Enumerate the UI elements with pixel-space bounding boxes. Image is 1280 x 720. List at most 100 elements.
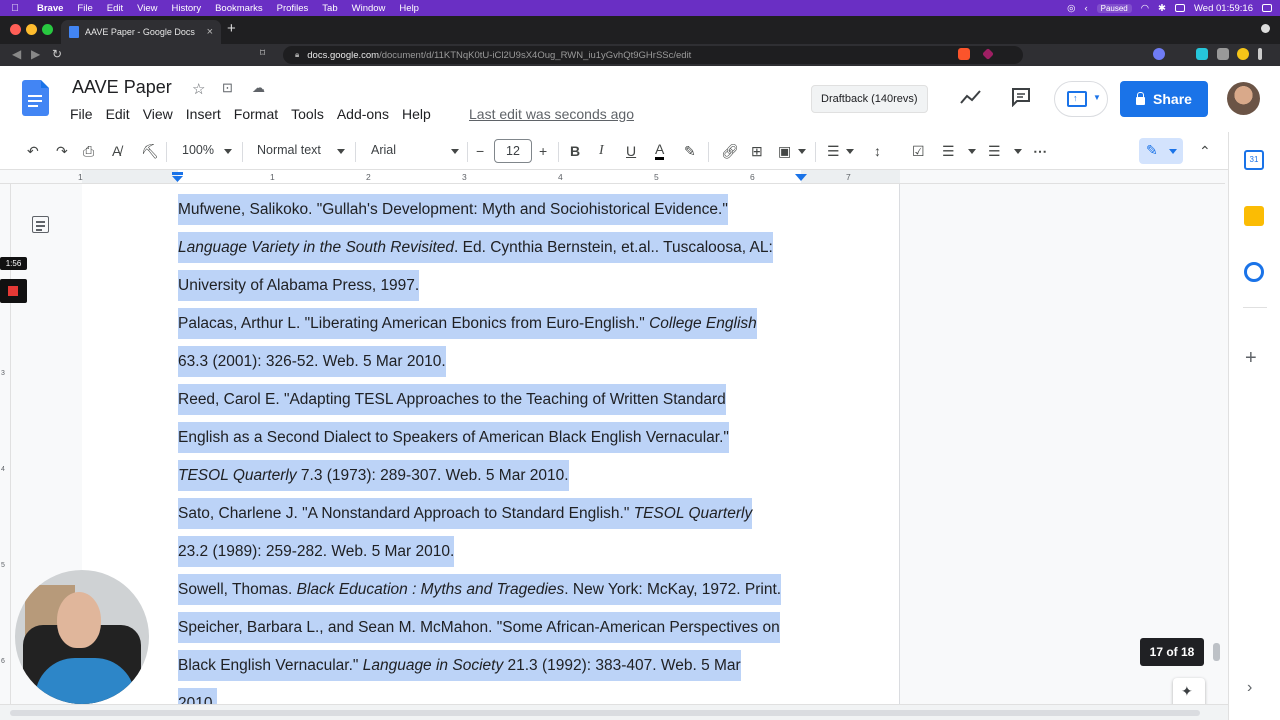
chevron-left-icon[interactable]: ‹: [1084, 3, 1087, 14]
draftback-button[interactable]: Draftback (140revs): [811, 85, 928, 113]
left-indent-marker-icon[interactable]: [171, 172, 185, 182]
highlight-color-icon[interactable]: ✎: [684, 142, 696, 160]
underline-icon[interactable]: U: [626, 142, 636, 160]
horizontal-scrollbar[interactable]: [0, 704, 1228, 720]
add-comment-icon[interactable]: ⊞: [751, 142, 763, 160]
checklist-icon[interactable]: ☑: [912, 142, 925, 160]
decrease-font-size-icon[interactable]: −: [476, 142, 484, 160]
clock[interactable]: Wed 01:59:16: [1194, 3, 1253, 14]
star-icon[interactable]: ☆: [192, 80, 205, 98]
document-line[interactable]: 2010.: [178, 688, 217, 704]
vertical-scrollbar-thumb[interactable]: [1213, 643, 1220, 661]
app-menu[interactable]: Brave: [30, 3, 70, 14]
document-line[interactable]: Mufwene, Salikoko. "Gullah's Development…: [178, 194, 728, 225]
control-center-icon[interactable]: [1262, 4, 1272, 12]
status-icon[interactable]: ◎: [1067, 3, 1075, 14]
document-line[interactable]: Black English Vernacular." Language in S…: [178, 650, 741, 681]
print-icon[interactable]: ⎙: [83, 142, 94, 160]
redo-icon[interactable]: ↷: [56, 142, 68, 160]
text-color-icon[interactable]: A: [655, 142, 665, 160]
tasks-icon[interactable]: [1244, 262, 1264, 282]
document-line[interactable]: Palacas, Arthur L. "Liberating American …: [178, 308, 757, 339]
battery-icon[interactable]: [1175, 4, 1186, 12]
apple-icon[interactable]: : [0, 3, 30, 14]
forward-icon[interactable]: ▶: [31, 47, 40, 61]
share-button[interactable]: Share: [1120, 81, 1208, 117]
document-line[interactable]: 23.2 (1989): 259-282. Web. 5 Mar 2010.: [178, 536, 455, 567]
document-line[interactable]: Speicher, Barbara L., and Sean M. McMaho…: [178, 612, 780, 643]
menu-tools[interactable]: Tools: [291, 106, 324, 122]
menu-add-ons[interactable]: Add-ons: [337, 106, 389, 122]
mac-menu-item[interactable]: Help: [392, 3, 426, 14]
spellcheck-icon[interactable]: A̸: [112, 142, 121, 160]
keep-icon[interactable]: [1244, 206, 1264, 226]
bulleted-list-icon[interactable]: ☰: [942, 142, 955, 160]
more-menu-icon[interactable]: [1258, 48, 1262, 60]
extension-icon[interactable]: [1196, 48, 1208, 60]
zoom-window-icon[interactable]: [42, 24, 53, 35]
paint-format-icon[interactable]: ⛏: [141, 142, 159, 160]
menu-edit[interactable]: Edit: [106, 106, 130, 122]
line-spacing-icon[interactable]: ↕: [874, 142, 881, 160]
document-outline-icon[interactable]: [32, 216, 49, 233]
avatar[interactable]: [1227, 82, 1260, 115]
mac-menu-item[interactable]: Window: [345, 3, 393, 14]
menu-file[interactable]: File: [70, 106, 93, 122]
document-line[interactable]: Sato, Charlene J. "A Nonstandard Approac…: [178, 498, 753, 529]
mac-menu-item[interactable]: History: [165, 3, 209, 14]
close-window-icon[interactable]: [10, 24, 21, 35]
mac-menu-item[interactable]: Edit: [100, 3, 130, 14]
document-line[interactable]: Sowell, Thomas. Black Education : Myths …: [178, 574, 782, 605]
bookmark-icon[interactable]: ⌑: [260, 48, 265, 59]
wifi-icon[interactable]: ◠: [1141, 3, 1149, 14]
italic-icon[interactable]: I: [599, 142, 604, 160]
undo-icon[interactable]: ↶: [27, 142, 39, 160]
more-options-icon[interactable]: ⋯: [1033, 142, 1047, 160]
activity-dashboard-icon[interactable]: [960, 88, 982, 106]
mac-menu-item[interactable]: Profiles: [270, 3, 316, 14]
document-line[interactable]: English as a Second Dialect to Speakers …: [178, 422, 729, 453]
calendar-icon[interactable]: 31: [1244, 150, 1264, 170]
right-indent-marker-icon[interactable]: [794, 174, 808, 182]
bluetooth-icon[interactable]: ✱: [1158, 3, 1166, 14]
mac-menu-item[interactable]: Tab: [315, 3, 344, 14]
menu-insert[interactable]: Insert: [186, 106, 221, 122]
zoom-select[interactable]: 100%: [182, 143, 214, 157]
tab-search-icon[interactable]: [1261, 24, 1270, 33]
back-icon[interactable]: ◀: [12, 47, 21, 61]
add-addon-icon[interactable]: +: [1245, 347, 1257, 370]
menu-view[interactable]: View: [143, 106, 173, 122]
move-folder-icon[interactable]: ⊡: [222, 80, 233, 96]
reload-icon[interactable]: ↻: [52, 47, 62, 61]
insert-image-icon[interactable]: ▣: [778, 142, 791, 160]
editing-mode-button[interactable]: ✎: [1139, 138, 1183, 164]
comment-history-icon[interactable]: [1011, 87, 1031, 107]
browser-tab[interactable]: AAVE Paper - Google Docs ×: [61, 20, 221, 44]
mac-menu-item[interactable]: File: [70, 3, 99, 14]
style-select[interactable]: Normal text: [257, 143, 321, 157]
font-size-input[interactable]: 12: [494, 139, 532, 163]
document-line[interactable]: Reed, Carol E. "Adapting TESL Approaches…: [178, 384, 726, 415]
present-button[interactable]: ↑ ▼: [1054, 81, 1108, 117]
mac-menu-item[interactable]: Bookmarks: [208, 3, 270, 14]
document-line[interactable]: University of Alabama Press, 1997.: [178, 270, 420, 301]
brave-shields-icon[interactable]: [958, 48, 970, 60]
close-tab-icon[interactable]: ×: [207, 26, 213, 38]
document-line[interactable]: Language Variety in the South Revisited.…: [178, 232, 773, 263]
menu-format[interactable]: Format: [234, 106, 278, 122]
document-line[interactable]: 63.3 (2001): 326-52. Web. 5 Mar 2010.: [178, 346, 446, 377]
document-page[interactable]: Mufwene, Salikoko. "Gullah's Development…: [82, 184, 900, 704]
insert-link-icon[interactable]: 🔗︎: [721, 142, 739, 160]
expand-panel-icon[interactable]: ›: [1247, 679, 1252, 697]
docs-logo-icon[interactable]: [22, 80, 49, 116]
last-edit-link[interactable]: Last edit was seconds ago: [469, 106, 634, 122]
recording-paused-badge[interactable]: Paused: [1096, 3, 1132, 13]
menu-help[interactable]: Help: [402, 106, 431, 122]
new-tab-icon[interactable]: +: [227, 20, 236, 37]
stop-recording-button[interactable]: [0, 279, 27, 303]
bold-icon[interactable]: B: [570, 142, 580, 160]
minimize-window-icon[interactable]: [26, 24, 37, 35]
address-bar[interactable]: 🔒︎ docs.google.com /document/d/11KTNqK0t…: [283, 46, 1023, 64]
document-title[interactable]: AAVE Paper: [72, 77, 172, 98]
extensions-puzzle-icon[interactable]: [1217, 48, 1229, 60]
